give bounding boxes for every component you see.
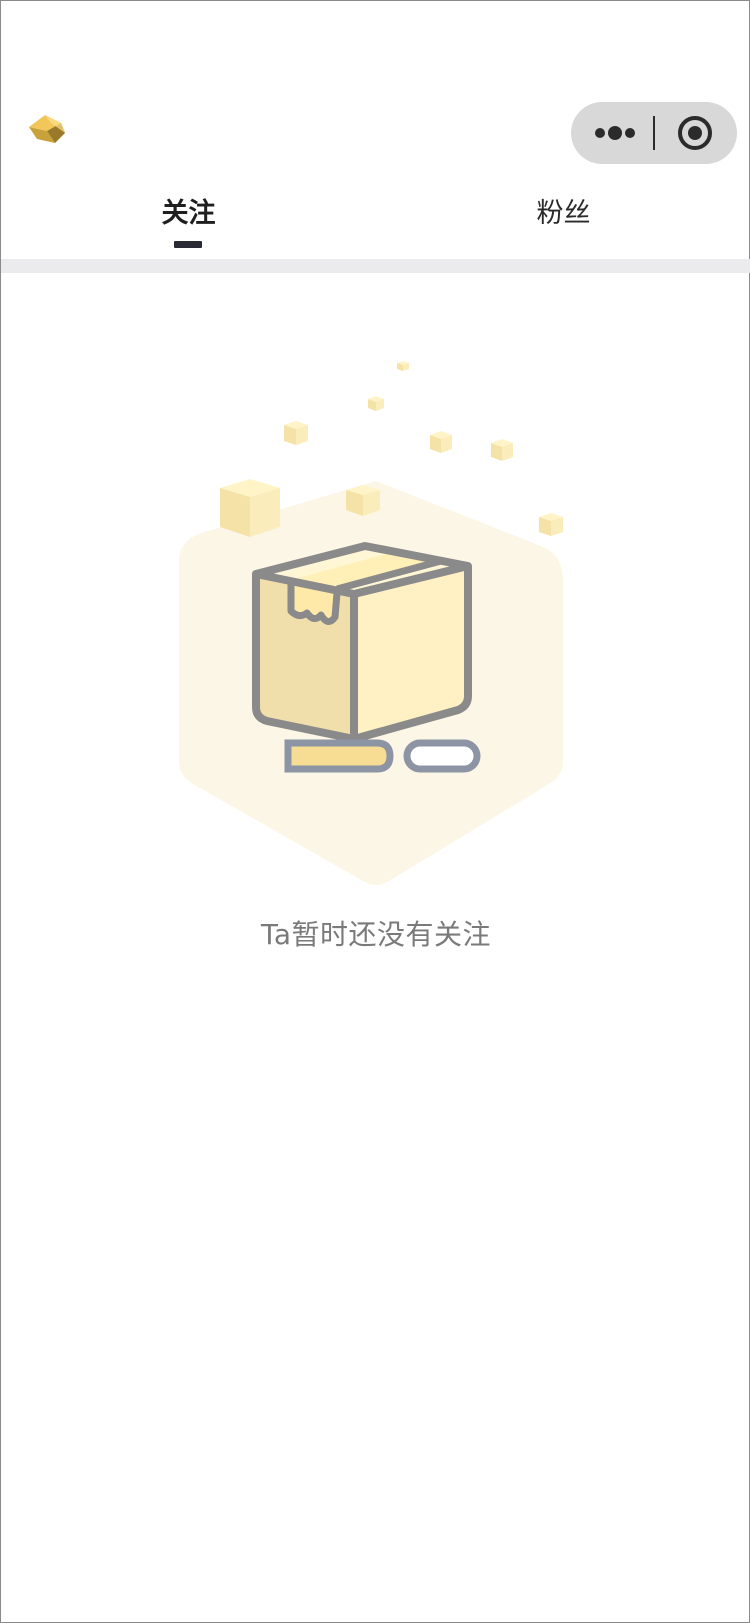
empty-box-icon: [171, 361, 581, 901]
active-tab-indicator: [174, 241, 202, 248]
target-close-icon[interactable]: [655, 102, 737, 164]
tab-followers[interactable]: 粉丝: [376, 186, 750, 258]
more-dots-icon[interactable]: [571, 102, 653, 164]
tab-bar: 关注 粉丝: [1, 186, 750, 258]
empty-state-message: Ta暂时还没有关注: [260, 918, 492, 951]
mini-program-capsule: [571, 102, 737, 164]
brand-chevron-icon[interactable]: [27, 113, 67, 149]
section-divider: [1, 259, 750, 273]
page-frame: 关注 粉丝 Ta暂时还没有关注: [0, 0, 750, 1623]
navigation-bar: [1, 1, 750, 181]
